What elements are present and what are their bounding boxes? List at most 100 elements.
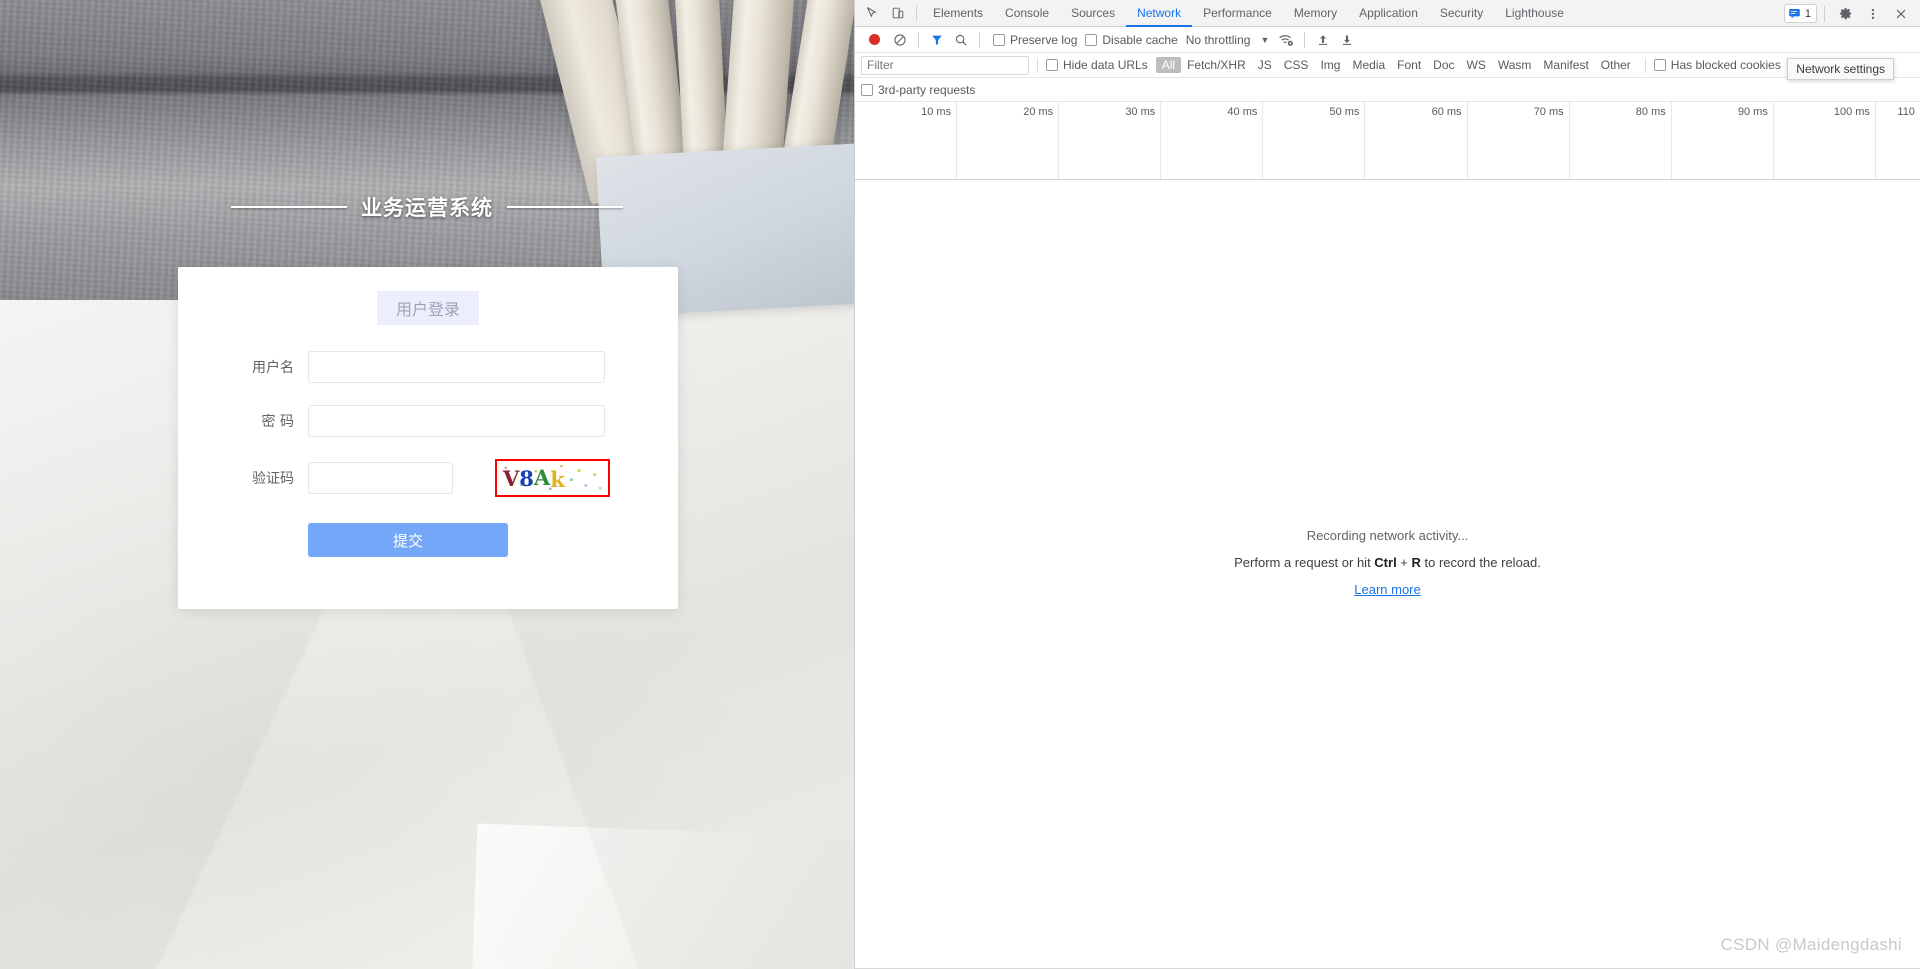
filter-type-doc[interactable]: Doc <box>1427 57 1460 73</box>
hint-key-r: R <box>1411 555 1421 570</box>
issues-badge[interactable]: 1 <box>1783 4 1817 23</box>
captcha-char-0: V <box>503 465 520 491</box>
toolbar-divider <box>918 31 919 48</box>
more-options-icon[interactable] <box>1860 2 1886 26</box>
preserve-log-checkbox[interactable]: Preserve log <box>993 33 1077 47</box>
devtools-tabbar: Elements Console Sources Network Perform… <box>855 0 1920 27</box>
paper-sheet-decoration <box>462 823 854 969</box>
filter-type-ws[interactable]: WS <box>1461 57 1492 73</box>
tab-console[interactable]: Console <box>994 0 1060 27</box>
form-row-submit: 提交 <box>178 523 678 557</box>
devtools-panel: Elements Console Sources Network Perform… <box>854 0 1920 969</box>
learn-more-link[interactable]: Learn more <box>1354 582 1420 597</box>
hide-data-urls-label: Hide data URLs <box>1063 58 1148 72</box>
captcha-input[interactable] <box>308 462 453 494</box>
network-conditions-icon[interactable] <box>1275 29 1297 51</box>
chevron-down-icon[interactable]: ▼ <box>1260 35 1269 45</box>
form-row-username: 用户名 <box>178 351 678 383</box>
checkbox-box <box>1653 59 1666 71</box>
issues-count: 1 <box>1804 7 1811 20</box>
tab-security[interactable]: Security <box>1429 0 1494 27</box>
settings-gear-icon[interactable] <box>1832 2 1858 26</box>
preserve-log-label: Preserve log <box>1010 32 1078 47</box>
toolbar-divider <box>916 5 917 21</box>
tab-lighthouse[interactable]: Lighthouse <box>1494 0 1575 27</box>
toolbar-divider <box>1644 57 1646 73</box>
hint-pre: Perform a request or hit <box>1234 555 1375 570</box>
device-toolbar-icon[interactable] <box>885 1 911 25</box>
filter-type-js[interactable]: JS <box>1252 57 1278 73</box>
filter-type-fetch-xhr[interactable]: Fetch/XHR <box>1181 57 1252 73</box>
hide-data-urls-checkbox[interactable]: Hide data URLs <box>1046 58 1148 72</box>
devtools-tab-list: Elements Console Sources Network Perform… <box>922 0 1575 27</box>
network-timeline-ruler: 10 ms 20 ms 30 ms 40 ms 50 ms 60 ms 70 m… <box>855 102 1920 180</box>
filter-type-other[interactable]: Other <box>1595 57 1637 73</box>
form-row-captcha: 验证码 V8Ak <box>178 459 678 497</box>
message-icon <box>1789 9 1800 19</box>
timeline-tick-label: 20 ms <box>1023 106 1054 118</box>
timeline-tick: 20 ms <box>957 102 1060 179</box>
timeline-tick-label: 30 ms <box>1125 106 1156 118</box>
inspect-element-icon[interactable] <box>859 1 885 25</box>
captcha-image[interactable]: V8Ak <box>495 459 610 497</box>
timeline-tick-label: 50 ms <box>1329 106 1360 118</box>
filter-type-font[interactable]: Font <box>1391 57 1427 73</box>
login-card-header: 用户登录 <box>377 291 479 325</box>
checkbox-box <box>1085 33 1098 46</box>
close-icon[interactable] <box>1888 2 1914 26</box>
tab-performance[interactable]: Performance <box>1192 0 1283 27</box>
filter-type-img[interactable]: Img <box>1314 57 1346 73</box>
filter-type-wasm[interactable]: Wasm <box>1492 57 1538 73</box>
throttling-select[interactable]: No throttling <box>1186 33 1251 47</box>
timeline-tick: 30 ms <box>1059 102 1162 179</box>
has-blocked-cookies-checkbox[interactable]: Has blocked cookies <box>1653 58 1781 72</box>
tab-application[interactable]: Application <box>1348 0 1429 27</box>
form-row-password: 密 码 <box>178 405 678 437</box>
toolbar-divider <box>1304 31 1306 48</box>
timeline-tick: 10 ms <box>855 102 958 179</box>
recording-hint-text: Perform a request or hit Ctrl + R to rec… <box>1234 555 1541 570</box>
username-input[interactable] <box>308 351 605 383</box>
timeline-tick: 60 ms <box>1365 102 1468 179</box>
filter-input[interactable] <box>861 55 1029 75</box>
export-har-icon[interactable] <box>1336 29 1358 51</box>
timeline-tick-label: 90 ms <box>1737 106 1768 118</box>
tab-sources[interactable]: Sources <box>1060 0 1126 27</box>
filter-type-media[interactable]: Media <box>1346 57 1391 73</box>
recording-status-text: Recording network activity... <box>1306 528 1469 543</box>
filter-toggle-icon[interactable] <box>926 29 948 51</box>
password-input[interactable] <box>308 405 605 437</box>
record-button[interactable] <box>861 28 887 52</box>
disable-cache-label: Disable cache <box>1102 32 1178 47</box>
password-label: 密 码 <box>261 414 294 430</box>
network-toolbar: Preserve log Disable cache No throttling… <box>855 27 1920 53</box>
checkbox-box <box>861 83 873 96</box>
toolbar-divider <box>1824 5 1825 22</box>
filter-type-css[interactable]: CSS <box>1278 57 1315 73</box>
disable-cache-checkbox[interactable]: Disable cache <box>1085 32 1178 47</box>
clear-button[interactable] <box>889 29 911 51</box>
timeline-tick: 80 ms <box>1570 102 1672 179</box>
submit-button[interactable]: 提交 <box>308 523 508 557</box>
tab-memory[interactable]: Memory <box>1283 0 1348 27</box>
third-party-requests-label: 3rd-party requests <box>878 82 976 97</box>
screen-root: 业务运营系统 用户登录 用户名 密 码 验证码 V8Ak 提交 Elements… <box>0 0 1920 969</box>
third-party-requests-checkbox[interactable]: 3rd-party requests <box>861 83 975 97</box>
third-party-bar: 3rd-party requests <box>855 78 1920 102</box>
hint-post: to record the reload. <box>1420 555 1541 570</box>
timeline-tick: 90 ms <box>1672 102 1774 179</box>
import-har-icon[interactable] <box>1312 29 1334 51</box>
hint-plus: + <box>1396 555 1412 570</box>
watermark-text: CSDN @Maidengdashi <box>1720 935 1902 954</box>
timeline-tick: 110 <box>1876 102 1920 179</box>
filter-type-manifest[interactable]: Manifest <box>1537 57 1594 73</box>
tab-network[interactable]: Network <box>1126 0 1192 27</box>
tab-elements[interactable]: Elements <box>922 0 994 27</box>
timeline-tick-label: 40 ms <box>1227 106 1258 118</box>
toolbar-divider <box>1037 57 1038 73</box>
checkbox-box <box>1046 59 1058 71</box>
captcha-label: 验证码 <box>252 471 294 487</box>
timeline-tick-label: 10 ms <box>921 106 952 118</box>
search-icon[interactable] <box>950 29 972 51</box>
filter-type-all[interactable]: All <box>1155 57 1182 73</box>
